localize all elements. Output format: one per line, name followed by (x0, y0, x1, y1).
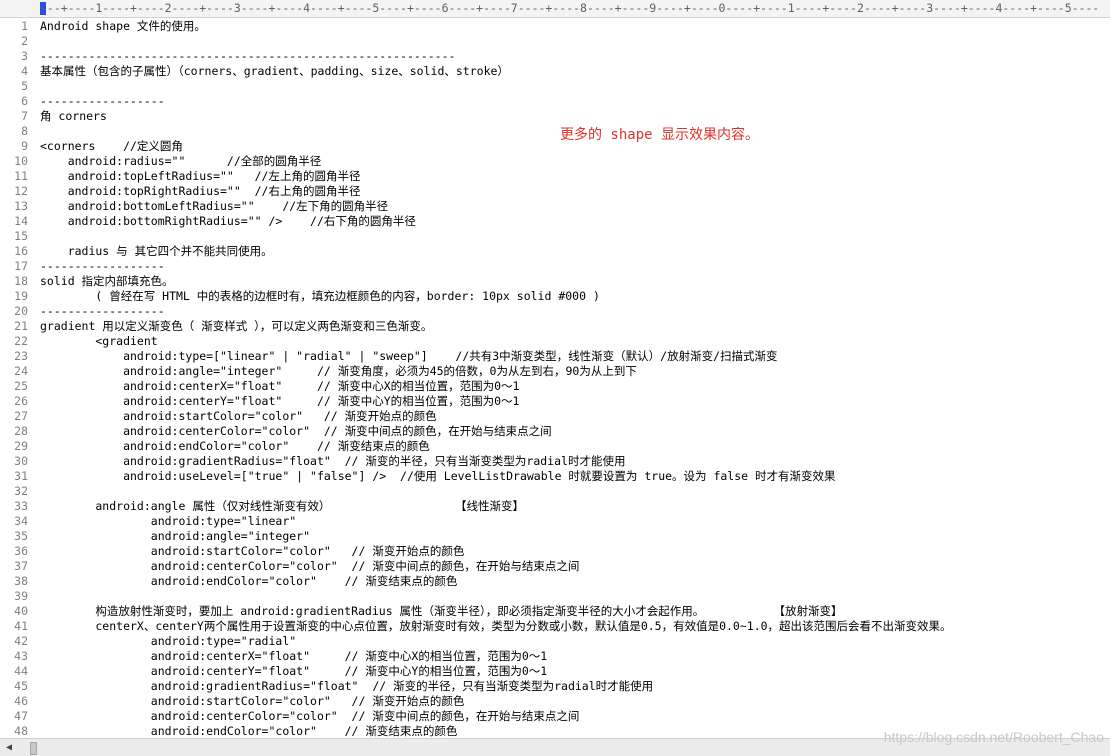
line-number: 19 (14, 289, 28, 303)
line-number: 18 (14, 274, 28, 288)
line-text: ------------------ (40, 304, 165, 318)
line-number: 15 (14, 229, 28, 243)
line-number: 44 (14, 664, 28, 678)
line-number: 27 (14, 409, 28, 423)
line-text: android:centerX="float" // 渐变中心X的相当位置，范围… (40, 649, 548, 663)
line-number: 40 (14, 604, 28, 618)
line-number: 36 (14, 544, 28, 558)
line-number: 7 (21, 109, 28, 123)
line-text: android:type="radial" (40, 634, 297, 648)
line-number: 9 (21, 139, 28, 153)
line-number: 12 (14, 184, 28, 198)
line-number: 48 (14, 724, 28, 738)
line-text: android:centerColor="color" // 渐变中间点的颜色，… (40, 424, 552, 438)
line-text: android:centerColor="color" // 渐变中间点的颜色，… (40, 559, 580, 573)
line-number: 10 (14, 154, 28, 168)
line-text: android:angle="integer" (40, 529, 311, 543)
line-text: 基本属性（包含的子属性）（corners、gradient、padding、si… (40, 64, 509, 78)
line-number: 21 (14, 319, 28, 333)
column-ruler: ---+----1----+----2----+----3----+----4-… (0, 0, 1110, 18)
line-number: 20 (14, 304, 28, 318)
line-number: 42 (14, 634, 28, 648)
line-number: 6 (21, 94, 28, 108)
line-number: 45 (14, 679, 28, 693)
line-number: 8 (21, 124, 28, 138)
line-text: android:centerY="float" // 渐变中心Y的相当位置，范围… (40, 664, 548, 678)
line-text: radius 与 其它四个并不能共同使用。 (40, 244, 273, 258)
line-text: <corners //定义圆角 (40, 139, 183, 153)
line-text: android:type=["linear" | "radial" | "swe… (40, 349, 778, 363)
line-number: 14 (14, 214, 28, 228)
line-number: 17 (14, 259, 28, 273)
line-text: android:startColor="color" // 渐变开始点的颜色 (40, 694, 465, 708)
line-text: ( 曾经在写 HTML 中的表格的边框时有，填充边框颜色的内容，border: … (40, 289, 600, 303)
line-number: 22 (14, 334, 28, 348)
scrollbar-thumb[interactable] (30, 742, 37, 755)
line-text: android:centerColor="color" // 渐变中间点的颜色，… (40, 709, 580, 723)
line-text: android:angle 属性（仅对线性渐变有效） 【线性渐变】 (40, 499, 524, 513)
line-number: 26 (14, 394, 28, 408)
line-number: 43 (14, 649, 28, 663)
line-number: 25 (14, 379, 28, 393)
line-text: android:centerX="float" // 渐变中心X的相当位置，范围… (40, 379, 520, 393)
line-number: 24 (14, 364, 28, 378)
line-text: android:useLevel=["true" | "false"] /> /… (40, 469, 836, 483)
line-text: ------------------ (40, 259, 165, 273)
line-text: android:gradientRadius="float" // 渐变的半径，… (40, 454, 626, 468)
line-number: 39 (14, 589, 28, 603)
annotation-note: 更多的 shape 显示效果内容。 (560, 127, 760, 143)
line-number: 4 (21, 64, 28, 78)
line-text: android:endColor="color" // 渐变结束点的颜色 (40, 439, 430, 453)
line-text: 构造放射性渐变时，要加上 android:gradientRadius 属性（渐… (40, 604, 843, 618)
line-text: android:bottomRightRadius="" /> //右下角的圆角… (40, 214, 416, 228)
line-number: 38 (14, 574, 28, 588)
line-text: ----------------------------------------… (40, 49, 456, 63)
line-text: android:centerY="float" // 渐变中心Y的相当位置，范围… (40, 394, 520, 408)
line-text: android:radius="" //全部的圆角半径 (40, 154, 322, 168)
watermark-text: https://blog.csdn.net/Roobert_Chao (883, 729, 1104, 745)
line-text: centerX、centerY两个属性用于设置渐变的中心点位置，放射渐变时有效，… (40, 619, 952, 633)
line-text: android:topLeftRadius="" //左上角的圆角半径 (40, 169, 361, 183)
line-number: 32 (14, 484, 28, 498)
line-number: 47 (14, 709, 28, 723)
line-number: 13 (14, 199, 28, 213)
scroll-left-arrow-icon[interactable]: ◀ (0, 739, 18, 756)
line-text: Android shape 文件的使用。 (40, 19, 206, 33)
line-text: gradient 用以定义渐变色（ 渐变样式 ），可以定义两色渐变和三色渐变。 (40, 319, 433, 333)
line-number: 1 (21, 19, 28, 33)
line-text: <gradient (40, 334, 158, 348)
line-text: 角 corners (40, 109, 107, 123)
line-number: 5 (21, 79, 28, 93)
line-text: solid 指定内部填充色。 (40, 274, 174, 288)
line-number: 23 (14, 349, 28, 363)
line-text: android:startColor="color" // 渐变开始点的颜色 (40, 409, 437, 423)
line-number: 3 (21, 49, 28, 63)
line-number: 2 (21, 34, 28, 48)
line-number: 28 (14, 424, 28, 438)
line-number: 33 (14, 499, 28, 513)
line-number: 34 (14, 514, 28, 528)
ruler-text: ---+----1----+----2----+----3----+----4-… (40, 1, 1100, 15)
line-number: 37 (14, 559, 28, 573)
line-text: ------------------ (40, 94, 165, 108)
line-text: android:endColor="color" // 渐变结束点的颜色 (40, 724, 458, 738)
line-text: android:endColor="color" // 渐变结束点的颜色 (40, 574, 458, 588)
line-number: 31 (14, 469, 28, 483)
line-text: android:type="linear" (40, 514, 297, 528)
line-text: android:startColor="color" // 渐变开始点的颜色 (40, 544, 465, 558)
line-text: android:bottomLeftRadius="" //左下角的圆角半径 (40, 199, 389, 213)
line-number: 11 (14, 169, 28, 183)
line-number: 41 (14, 619, 28, 633)
line-number: 30 (14, 454, 28, 468)
text-editor[interactable]: 1 Android shape 文件的使用。 2 3 -----------------… (0, 18, 1110, 738)
line-number: 46 (14, 694, 28, 708)
line-text: android:angle="integer" // 渐变角度，必须为45的倍数… (40, 364, 637, 378)
line-number: 35 (14, 529, 28, 543)
line-number: 29 (14, 439, 28, 453)
line-text: android:topRightRadius="" //右上角的圆角半径 (40, 184, 361, 198)
line-text: android:gradientRadius="float" // 渐变的半径，… (40, 679, 654, 693)
line-number: 16 (14, 244, 28, 258)
